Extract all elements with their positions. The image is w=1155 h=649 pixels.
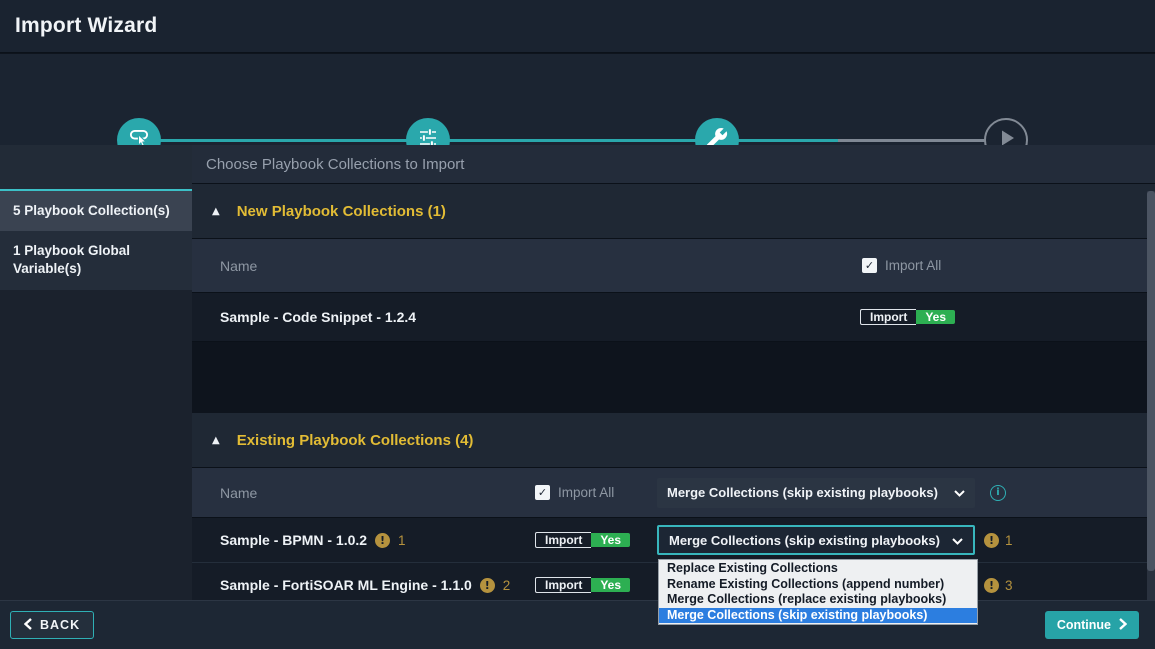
dropdown-option[interactable]: Merge Collections (replace existing play… xyxy=(659,592,977,608)
page-title: Import Wizard xyxy=(15,14,157,38)
row-merge-option-select[interactable]: Merge Collections (skip existing playboo… xyxy=(657,525,975,555)
continue-button[interactable]: Continue xyxy=(1045,611,1139,639)
sidebar: 5 Playbook Collection(s) 1 Playbook Glob… xyxy=(0,145,192,600)
title-bar: Import Wizard xyxy=(0,0,1155,53)
sidebar-item-playbook-collections[interactable]: 5 Playbook Collection(s) xyxy=(0,189,192,231)
section-header-new-collections[interactable]: ▲ New Playbook Collections (1) xyxy=(192,184,1155,239)
dropdown-option-selected[interactable]: Merge Collections (skip existing playboo… xyxy=(659,608,977,624)
step-connector xyxy=(139,139,428,142)
check-icon: ✓ xyxy=(538,486,547,499)
section-title: Existing Playbook Collections (4) xyxy=(237,432,474,449)
back-button-label: BACK xyxy=(40,618,80,632)
row-warning-group: ! 1 xyxy=(984,533,1013,548)
warning-icon: ! xyxy=(984,533,999,548)
main-panel-title: Choose Playbook Collections to Import xyxy=(192,145,1155,184)
merge-option-dropdown-menu: Replace Existing Collections Rename Exis… xyxy=(658,559,978,625)
import-toggle-value: Yes xyxy=(916,310,955,324)
import-all-checkbox[interactable]: ✓ xyxy=(862,258,877,273)
warning-icon: ! xyxy=(375,533,390,548)
column-name: Name xyxy=(192,258,257,274)
import-toggle-value: Yes xyxy=(591,533,630,547)
import-toggle[interactable]: Import Yes xyxy=(535,572,630,599)
collection-name: Sample - Code Snippet - 1.2.4 xyxy=(192,309,416,325)
warning-count: 1 xyxy=(398,533,406,548)
dropdown-option[interactable]: Rename Existing Collections (append numb… xyxy=(659,577,977,593)
back-button[interactable]: BACK xyxy=(10,611,94,639)
warning-count: 2 xyxy=(503,578,511,593)
collection-name-group: Sample - FortiSOAR ML Engine - 1.1.0 ! 2 xyxy=(192,577,510,593)
main-panel: Choose Playbook Collections to Import ▲ … xyxy=(192,145,1155,600)
continue-button-label: Continue xyxy=(1057,618,1111,632)
collapse-icon: ▲ xyxy=(212,206,220,217)
import-toggle-value: Yes xyxy=(591,578,630,592)
chevron-right-icon xyxy=(1119,618,1127,633)
warning-count: 3 xyxy=(1005,578,1013,593)
warning-count: 1 xyxy=(1005,533,1013,548)
column-name: Name xyxy=(192,485,257,501)
wizard-stepper: Upload File Configurations xyxy=(0,54,1155,145)
footer-bar: BACK Continue xyxy=(0,600,1155,649)
collapse-icon: ▲ xyxy=(212,435,220,446)
warning-icon: ! xyxy=(480,578,495,593)
dropdown-option[interactable]: Replace Existing Collections xyxy=(659,561,977,577)
table-header-existing: Name ✓ Import All Merge Collections (ski… xyxy=(192,468,1155,518)
section-title: New Playbook Collections (1) xyxy=(237,203,446,220)
section-header-existing-collections[interactable]: ▲ Existing Playbook Collections (4) xyxy=(192,413,1155,468)
select-value: Merge Collections (skip existing playboo… xyxy=(669,533,940,548)
step-connector xyxy=(428,139,717,142)
import-all-label: Import All xyxy=(558,485,614,500)
check-icon: ✓ xyxy=(865,259,874,272)
chevron-down-icon xyxy=(954,485,965,500)
row-warning-group: ! 3 xyxy=(984,578,1013,593)
select-value: Merge Collections (skip existing playboo… xyxy=(667,485,938,500)
import-toggle-label: Import xyxy=(860,309,916,325)
sidebar-spacer xyxy=(0,145,192,189)
import-all-checkbox[interactable]: ✓ xyxy=(535,485,550,500)
table-row: Sample - Code Snippet - 1.2.4 Import Yes xyxy=(192,293,1155,342)
table-header-new: Name ✓ Import All xyxy=(192,239,1155,293)
collection-name: Sample - BPMN - 1.0.2 xyxy=(220,532,367,548)
sidebar-item-playbook-global-variables[interactable]: 1 Playbook Global Variable(s) xyxy=(0,231,192,289)
scrollbar-thumb[interactable] xyxy=(1147,191,1155,571)
import-toggle-label: Import xyxy=(535,532,591,548)
chevron-left-icon xyxy=(24,618,32,633)
import-all-control: ✓ Import All xyxy=(862,258,941,273)
vertical-scrollbar[interactable] xyxy=(1147,191,1155,600)
import-toggle[interactable]: Import Yes xyxy=(860,304,955,331)
import-toggle[interactable]: Import Yes xyxy=(535,527,630,554)
collection-name: Sample - FortiSOAR ML Engine - 1.1.0 xyxy=(220,577,472,593)
chevron-down-icon xyxy=(952,533,963,548)
import-all-label: Import All xyxy=(885,258,941,273)
step-connector-pending xyxy=(838,139,1006,142)
import-toggle-label: Import xyxy=(535,577,591,593)
bulk-merge-option-select[interactable]: Merge Collections (skip existing playboo… xyxy=(657,478,975,508)
section-gap xyxy=(192,342,1155,413)
info-icon[interactable]: i xyxy=(990,485,1006,501)
warning-icon: ! xyxy=(984,578,999,593)
collection-name-group: Sample - BPMN - 1.0.2 ! 1 xyxy=(192,532,406,548)
table-row: Sample - BPMN - 1.0.2 ! 1 Import Yes Mer… xyxy=(192,518,1155,563)
import-all-control: ✓ Import All xyxy=(535,485,614,500)
